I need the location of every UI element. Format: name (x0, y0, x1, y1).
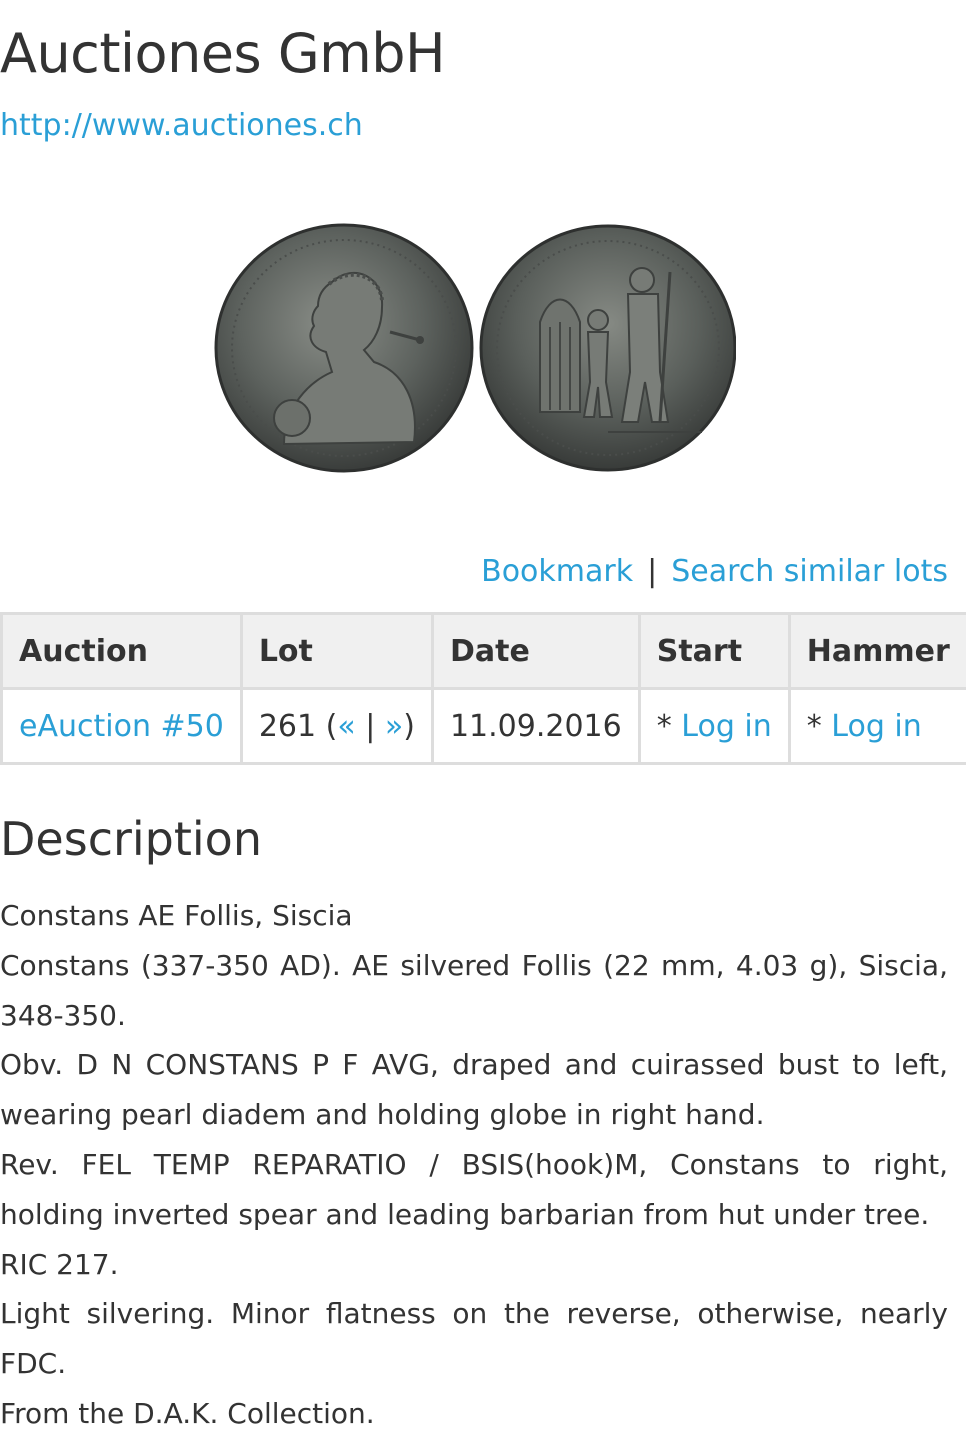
column-header-hammer: Hammer (789, 614, 966, 689)
column-header-date: Date (432, 614, 639, 689)
lot-nav-separator: | (356, 709, 385, 744)
hammer-cell: * Log in (789, 689, 966, 764)
website-link[interactable]: http://www.auctiones.ch (0, 106, 363, 146)
hammer-login-link[interactable]: Log in (831, 709, 921, 744)
description-line: Constans (337-350 AD). AE silvered Folli… (0, 941, 948, 1041)
description-obverse: Obv. D N CONSTANS P F AVG, draped and cu… (0, 1040, 948, 1140)
hammer-prefix: * (807, 709, 832, 744)
table-row: eAuction #50 261 (« | ») 11.09.2016 * Lo… (2, 689, 966, 764)
column-header-auction: Auction (2, 614, 242, 689)
coin-photo: . (214, 222, 736, 476)
bookmark-link[interactable]: Bookmark (481, 554, 633, 589)
previous-lot-link[interactable]: « (337, 709, 355, 744)
column-header-start: Start (639, 614, 789, 689)
column-header-lot: Lot (241, 614, 432, 689)
description-reverse: Rev. FEL TEMP REPARATIO / BSIS(hook)M, C… (0, 1140, 948, 1240)
lot-info-table: Auction Lot Date Start Hammer eAuction #… (0, 612, 966, 765)
description-body: Constans AE Follis, Siscia Constans (337… (0, 891, 948, 1439)
page-title: Auctiones GmbH (0, 22, 445, 86)
lot-nav-close: ) (403, 709, 415, 744)
description-condition: Light silvering. Minor flatness on the r… (0, 1289, 948, 1389)
lot-cell: 261 (« | ») (241, 689, 432, 764)
coin-reverse (481, 226, 735, 470)
description-provenance: From the D.A.K. Collection. (0, 1389, 948, 1439)
table-header-row: Auction Lot Date Start Hammer (2, 614, 966, 689)
start-prefix: * (657, 709, 682, 744)
search-similar-lots-link[interactable]: Search similar lots (671, 554, 948, 589)
auction-link[interactable]: eAuction #50 (19, 709, 224, 744)
description-reference: RIC 217. (0, 1240, 948, 1290)
description-title: Constans AE Follis, Siscia (0, 891, 948, 941)
description-heading: Description (0, 806, 262, 872)
action-separator: | (633, 554, 671, 589)
start-cell: * Log in (639, 689, 789, 764)
lot-actions: Bookmark|Search similar lots (481, 552, 948, 592)
auction-cell: eAuction #50 (2, 689, 242, 764)
date-cell: 11.09.2016 (432, 689, 639, 764)
next-lot-link[interactable]: » (385, 709, 403, 744)
start-login-link[interactable]: Log in (681, 709, 771, 744)
coin-obverse: . (216, 225, 472, 471)
lot-number: 261 ( (259, 709, 338, 744)
